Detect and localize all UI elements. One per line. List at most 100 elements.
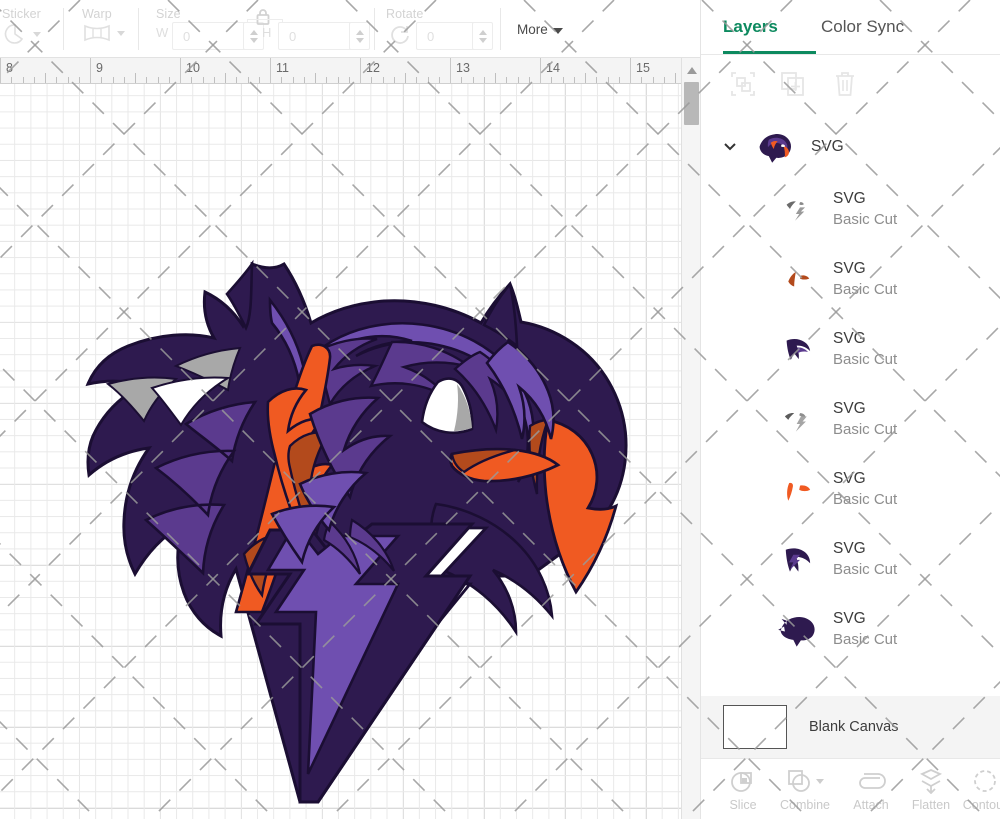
canvas-vertical-scrollbar[interactable] — [681, 58, 700, 819]
toolbar-group-warp: Warp — [80, 0, 160, 57]
rotate-icon — [391, 26, 409, 44]
ruler-tick — [236, 77, 238, 83]
ruler-major-line — [360, 58, 361, 83]
ruler-tick — [258, 77, 260, 83]
bottom-contour-button[interactable]: Contour — [953, 767, 1000, 812]
layer-row[interactable]: SVG Basic Cut — [701, 524, 1000, 594]
layer-thumbnail — [773, 607, 817, 651]
layer-title: SVG — [833, 190, 866, 207]
ruler-major-line — [540, 58, 541, 83]
tab-color-sync[interactable]: Color Sync — [821, 17, 904, 37]
layer-row[interactable]: SVG Basic Cut — [701, 454, 1000, 524]
ruler-tick — [371, 77, 373, 83]
ruler-tick — [348, 77, 350, 83]
ruler-tick — [528, 77, 530, 83]
ruler-tick — [135, 73, 136, 83]
ruler-tick — [225, 73, 226, 83]
ruler-tick — [596, 77, 598, 83]
ruler-tick — [112, 77, 114, 83]
layer-subtitle: Basic Cut — [833, 281, 898, 298]
bottom-attach-button[interactable]: Attach — [839, 767, 903, 812]
ruler-tick — [506, 77, 508, 83]
stepper-down-icon — [355, 37, 364, 43]
more-button[interactable]: More — [517, 22, 563, 37]
layer-thumbnail — [773, 257, 817, 301]
rotate-button[interactable] — [388, 23, 412, 52]
ruler-label: 12 — [366, 61, 380, 75]
ruler-major-line — [270, 58, 271, 83]
ruler-label: 8 — [6, 61, 13, 75]
ruler-tick — [101, 77, 103, 83]
layer-row[interactable]: SVG Basic Cut — [701, 384, 1000, 454]
layer-title: SVG — [833, 610, 866, 627]
ruler-tick — [292, 77, 294, 83]
toolbar-divider-4 — [500, 8, 501, 50]
layer-group-row[interactable]: SVG — [701, 118, 1000, 174]
rotate-value: 0 — [427, 28, 435, 44]
duplicate-button[interactable] — [775, 66, 811, 102]
layer-row[interactable]: SVG Basic Cut — [701, 174, 1000, 244]
ruler-tick — [562, 77, 564, 83]
warp-icon — [84, 24, 110, 42]
flatten-icon — [918, 767, 944, 795]
horizontal-ruler[interactable]: 8 9 10 11 12 13 14 15 — [0, 58, 700, 84]
layer-text-block: SVG Basic Cut — [833, 538, 897, 580]
bottom-button-label: Slice — [729, 798, 757, 812]
ruler-tick — [585, 73, 586, 83]
scrollbar-thumb[interactable] — [684, 82, 699, 125]
layer-title: SVG — [833, 330, 866, 347]
chevron-down-icon — [117, 30, 125, 36]
tab-layers[interactable]: Layers — [723, 17, 778, 37]
bottom-combine-button[interactable]: Combine — [773, 767, 837, 812]
ruler-tick — [337, 77, 339, 83]
height-input[interactable]: 0 — [278, 22, 353, 50]
rotate-input[interactable]: 0 — [416, 22, 476, 50]
chevron-down-icon[interactable] — [723, 139, 737, 153]
rotate-stepper[interactable] — [472, 22, 493, 50]
hawk-mascot-artwork[interactable] — [0, 84, 700, 819]
layer-thumbnail — [773, 187, 817, 231]
contour-icon — [972, 767, 998, 795]
ruler-tick — [427, 77, 429, 83]
group-button[interactable] — [725, 66, 761, 102]
cricut-design-space-window: Sticker Warp Size W 0 H 0 Rotate 0 More … — [0, 0, 1000, 819]
group-icon — [731, 72, 755, 96]
layer-thumbnail — [773, 537, 817, 581]
chevron-down-icon — [552, 27, 563, 34]
layers-list[interactable]: SVG SVG Basic Cut SVG Basic Cut SVG Basic C… — [701, 118, 1000, 696]
layer-text-block: SVG Basic Cut — [833, 398, 897, 440]
ruler-tick — [393, 77, 395, 83]
ruler-tick — [405, 73, 406, 83]
width-input[interactable]: 0 — [172, 22, 247, 50]
scroll-up-icon[interactable] — [687, 67, 697, 74]
blank-canvas-row[interactable]: Blank Canvas — [701, 696, 1000, 758]
ruler-tick — [382, 77, 384, 83]
warp-button[interactable] — [82, 22, 125, 44]
stepper-down-icon — [478, 37, 487, 43]
bottom-slice-button[interactable]: Slice — [711, 767, 775, 812]
layer-subtitle: Basic Cut — [833, 351, 898, 368]
layer-subtitle: Basic Cut — [833, 211, 898, 228]
layer-row[interactable]: SVG Basic Cut — [701, 244, 1000, 314]
ruler-major-line — [450, 58, 451, 83]
layer-thumbnail-purple-bolt — [785, 548, 811, 572]
layer-thumbnail — [773, 397, 817, 441]
layer-row[interactable]: SVG Basic Cut — [701, 314, 1000, 384]
height-stepper[interactable] — [349, 22, 370, 50]
ruler-tick — [123, 77, 125, 83]
ruler-tick — [191, 77, 193, 83]
ruler-label: 10 — [186, 61, 200, 75]
ruler-tick — [45, 73, 46, 83]
ruler-tick — [247, 77, 249, 83]
delete-button[interactable] — [827, 66, 863, 102]
ruler-tick — [663, 77, 665, 83]
ruler-label: 15 — [636, 61, 650, 75]
chevron-down-icon — [816, 778, 824, 784]
ruler-label: 13 — [456, 61, 470, 75]
sticker-button[interactable] — [2, 22, 41, 46]
ruler-tick — [438, 77, 440, 83]
ruler-tick — [573, 77, 575, 83]
layer-row[interactable]: SVG Basic Cut — [701, 594, 1000, 664]
ruler-tick — [146, 77, 148, 83]
design-canvas[interactable] — [0, 84, 700, 819]
